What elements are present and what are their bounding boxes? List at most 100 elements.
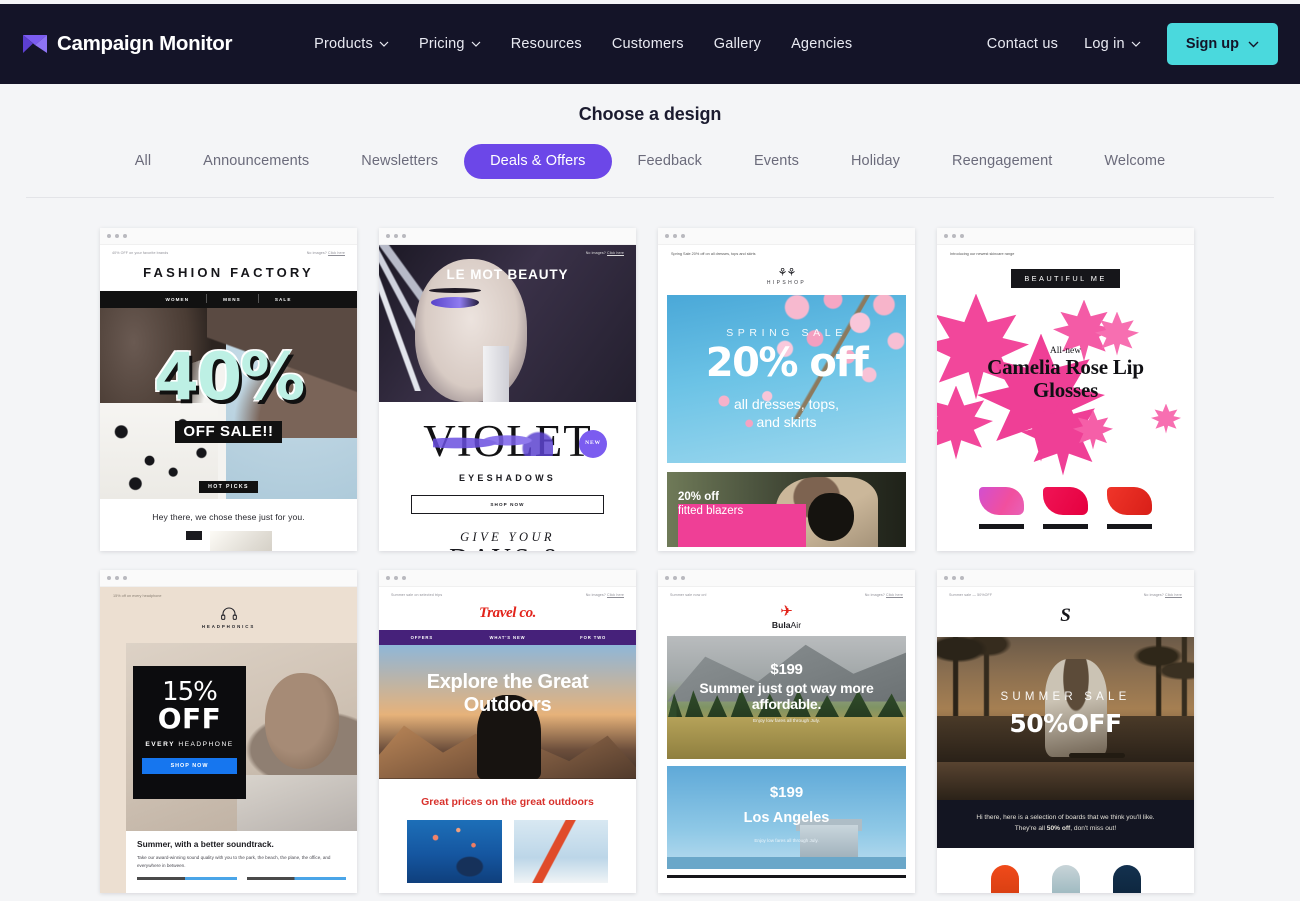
swatch-item bbox=[1107, 487, 1152, 529]
window-dot-icon bbox=[107, 576, 111, 580]
hero-description: all dresses, tops, and skirts bbox=[667, 395, 906, 433]
hero-eyebrow: SUMMER SALE bbox=[937, 691, 1194, 703]
skateboard bbox=[1069, 753, 1125, 758]
sign-up-button[interactable]: Sign up bbox=[1167, 23, 1278, 65]
preheader-text: Summer sale on selected trips bbox=[391, 593, 442, 597]
offer-tiles: Scuba Diving for Two Double Flying Lesso… bbox=[379, 808, 636, 893]
window-dot-icon bbox=[960, 576, 964, 580]
template-preview: Summer sale — 50%OFF No images? Click he… bbox=[937, 587, 1194, 893]
new-badge: NEW bbox=[579, 430, 607, 458]
window-dot-icon bbox=[115, 576, 119, 580]
template-card-bula-air[interactable]: Summer sale now on! No images? Click her… bbox=[658, 570, 915, 893]
hero-discount: 50%OFF bbox=[937, 709, 1194, 738]
email-nav: OFFERS WHAT'S NEW FOR TWO bbox=[379, 630, 636, 645]
preheader-text: Summer sale now on! bbox=[670, 593, 707, 597]
template-card-beautiful-me[interactable]: Introducing our newest skincare range BE… bbox=[937, 228, 1194, 551]
tab-reengagement[interactable]: Reengagement bbox=[926, 144, 1078, 179]
nav-item-customers[interactable]: Customers bbox=[612, 36, 684, 52]
card-chrome bbox=[379, 570, 636, 587]
primary-nav: Products Pricing Resources Customers Gal… bbox=[314, 36, 852, 52]
no-images-link: No images? Click here bbox=[586, 593, 624, 597]
email-logo: S bbox=[937, 597, 1194, 637]
secondary-block: 20% off fitted blazers bbox=[667, 472, 906, 547]
tab-announcements[interactable]: Announcements bbox=[177, 144, 335, 179]
template-card-headphonics[interactable]: 15% off on every headphone HEADPHONICS 1… bbox=[100, 570, 357, 893]
window-dot-icon bbox=[123, 234, 127, 238]
no-images-link: No images? Click here bbox=[586, 251, 624, 255]
no-images-link: No images? Click here bbox=[307, 251, 345, 255]
swatch bbox=[186, 531, 202, 540]
card-chrome bbox=[379, 228, 636, 245]
card-chrome bbox=[937, 228, 1194, 245]
tab-feedback[interactable]: Feedback bbox=[612, 144, 728, 179]
window-dot-icon bbox=[402, 234, 406, 238]
tab-welcome[interactable]: Welcome bbox=[1078, 144, 1191, 179]
brand-logo-link[interactable]: Campaign Monitor bbox=[22, 32, 232, 56]
chevron-down-icon bbox=[1131, 41, 1141, 47]
sign-up-label: Sign up bbox=[1186, 36, 1239, 52]
nav-item-contact-us[interactable]: Contact us bbox=[987, 36, 1058, 52]
model-brow bbox=[429, 288, 481, 293]
hero-eyebrow: All-new bbox=[937, 346, 1194, 356]
tab-holiday[interactable]: Holiday bbox=[825, 144, 926, 179]
hero-subtext: Enjoy low fares all through July. bbox=[667, 838, 906, 843]
secondary-nav: Contact us Log in Sign up bbox=[987, 23, 1278, 65]
no-images-link: No images? Click here bbox=[865, 593, 903, 597]
leaf-decoration bbox=[1151, 404, 1181, 434]
email-body: Hi there, here is a selection of boards … bbox=[937, 800, 1194, 849]
chevron-down-icon bbox=[1248, 41, 1259, 48]
email-nav-item: OFFERS bbox=[379, 635, 465, 640]
window-dot-icon bbox=[402, 576, 406, 580]
tab-newsletters[interactable]: Newsletters bbox=[335, 144, 464, 179]
category-tabs: All Announcements Newsletters Deals & Of… bbox=[109, 144, 1192, 179]
template-preview: No images? Click here LE MOT BEAUTY VIOL… bbox=[379, 245, 636, 551]
template-card-summer-boards[interactable]: Summer sale — 50%OFF No images? Click he… bbox=[937, 570, 1194, 893]
hanger-logo-icon: ⚘⚘ bbox=[658, 266, 915, 279]
product-photo bbox=[483, 346, 509, 402]
preheader-text: Spring Sale 20% off on all dresses, tops… bbox=[658, 245, 915, 256]
divider bbox=[667, 875, 906, 878]
nav-item-agencies[interactable]: Agencies bbox=[791, 36, 852, 52]
template-preview: Introducing our newest skincare range BE… bbox=[937, 245, 1194, 551]
body-line-2: They're all 50% off, don't miss out! bbox=[953, 823, 1178, 835]
swatch-color bbox=[1043, 487, 1088, 515]
chevron-down-icon bbox=[379, 41, 389, 47]
hero-price: $199 bbox=[667, 784, 906, 801]
nav-item-products[interactable]: Products bbox=[314, 36, 389, 52]
email-logo: ✈ BulaAir bbox=[658, 597, 915, 630]
tab-deals-and-offers[interactable]: Deals & Offers bbox=[464, 144, 611, 179]
hero-image: 40% OFF SALE!! HOT PICKS bbox=[100, 308, 357, 499]
product-boards bbox=[937, 848, 1194, 892]
template-preview: Spring Sale 20% off on all dresses, tops… bbox=[658, 245, 915, 551]
template-card-le-mot-beauty[interactable]: No images? Click here LE MOT BEAUTY VIOL… bbox=[379, 228, 636, 551]
tab-events[interactable]: Events bbox=[728, 144, 825, 179]
nav-item-gallery[interactable]: Gallery bbox=[714, 36, 761, 52]
tile-image bbox=[514, 820, 609, 883]
email-logo-name: HEADPHONICS bbox=[100, 624, 357, 629]
nav-label: Products bbox=[314, 36, 373, 52]
email-logo: BEAUTIFUL ME bbox=[937, 256, 1194, 288]
hero-image: Explore the Great Outdoors bbox=[379, 645, 636, 779]
hero-title: Camelia Rose Lip Glosses bbox=[937, 356, 1194, 404]
tab-all[interactable]: All bbox=[109, 144, 177, 179]
template-card-travel-co[interactable]: Summer sale on selected trips No images?… bbox=[379, 570, 636, 893]
window-dot-icon bbox=[681, 576, 685, 580]
model-eyeshadow bbox=[431, 297, 479, 308]
body-text: Take our award-winning sound quality wit… bbox=[137, 849, 346, 870]
template-card-hipshop[interactable]: Spring Sale 20% off on all dresses, tops… bbox=[658, 228, 915, 551]
email-nav-item: SALE bbox=[258, 297, 309, 302]
email-logo: LE MOT BEAUTY bbox=[379, 267, 636, 282]
offer-panel: 15% OFF EVERY HEADPHONE SHOP NOW bbox=[133, 666, 246, 799]
board-item bbox=[1052, 865, 1080, 892]
hero-price: $199 bbox=[667, 661, 906, 678]
email-nav: WOMEN MENS SALE bbox=[100, 291, 357, 308]
nav-item-pricing[interactable]: Pricing bbox=[419, 36, 481, 52]
envelope-logo-icon bbox=[22, 34, 48, 54]
nav-item-log-in[interactable]: Log in bbox=[1084, 36, 1141, 52]
nav-item-resources[interactable]: Resources bbox=[511, 36, 582, 52]
window-dot-icon bbox=[673, 576, 677, 580]
window-dot-icon bbox=[960, 234, 964, 238]
chevron-down-icon bbox=[471, 41, 481, 47]
window-dot-icon bbox=[673, 234, 677, 238]
template-card-fashion-factory[interactable]: 40% OFF on your favorite brands No image… bbox=[100, 228, 357, 551]
